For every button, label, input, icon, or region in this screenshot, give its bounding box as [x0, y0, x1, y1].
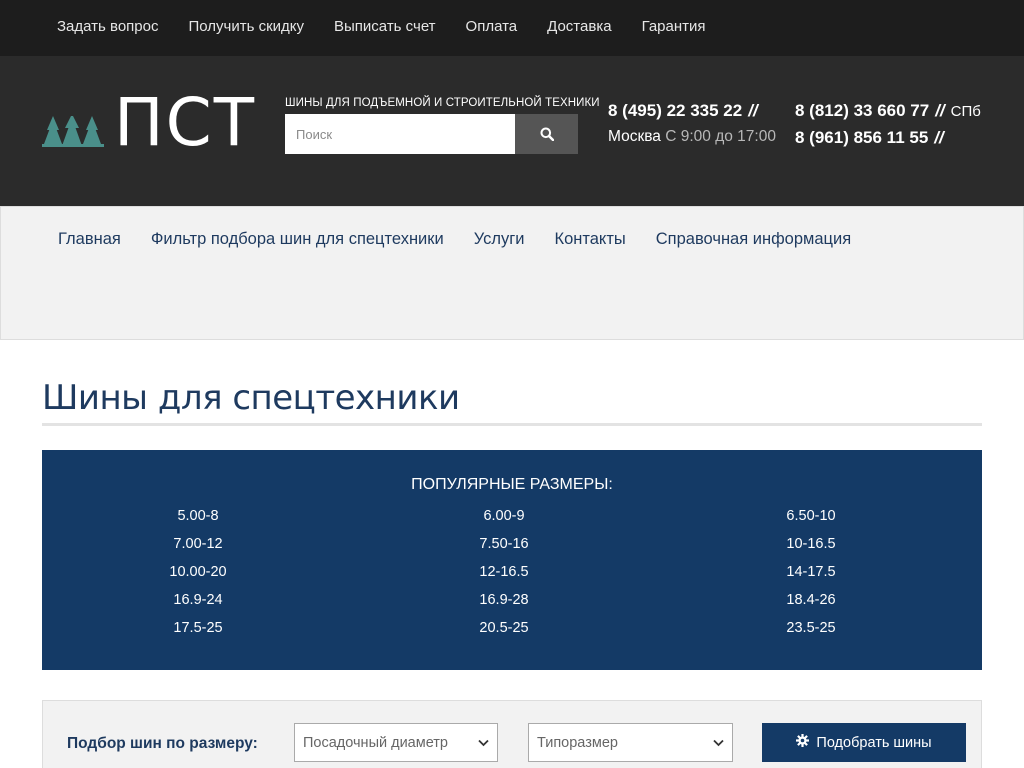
city-spb: СПб	[950, 103, 981, 120]
search-button[interactable]	[515, 114, 578, 154]
search-icon	[540, 127, 554, 141]
size-link[interactable]: 12-16.5	[354, 562, 654, 582]
phone-spb[interactable]: 8 (812) 33 660 77 // СПб	[795, 101, 981, 121]
title-divider	[42, 423, 982, 426]
main-nav-list: Главная Фильтр подбора шин для спецтехни…	[58, 230, 881, 249]
main-nav-services[interactable]: Услуги	[474, 230, 525, 249]
top-nav-get-discount[interactable]: Получить скидку	[188, 18, 304, 35]
top-nav-list: Задать вопрос Получить скидку Выписать с…	[57, 18, 736, 35]
size-select-value: Типоразмер	[537, 734, 618, 751]
phone-moscow[interactable]: 8 (495) 22 335 22 //	[608, 101, 758, 121]
size-link[interactable]: 10-16.5	[654, 534, 968, 554]
search-input[interactable]	[285, 114, 515, 154]
size-link[interactable]: 18.4-26	[654, 590, 968, 610]
size-select[interactable]: Типоразмер	[528, 723, 733, 762]
phone-separator: //	[748, 101, 758, 120]
top-nav-warranty[interactable]: Гарантия	[642, 18, 706, 35]
diameter-select[interactable]: Посадочный диаметр	[294, 723, 498, 762]
size-link[interactable]: 17.5-25	[42, 618, 354, 638]
gear-icon	[796, 734, 810, 751]
phone-mobile[interactable]: 8 (961) 856 11 55 //	[795, 128, 944, 148]
size-link[interactable]: 5.00-8	[42, 506, 354, 526]
diameter-select-value: Посадочный диаметр	[303, 734, 448, 751]
main-nav-reference[interactable]: Справочная информация	[656, 230, 851, 249]
trees-icon	[42, 116, 104, 147]
popular-sizes-panel: ПОПУЛЯРНЫЕ РАЗМЕРЫ: 5.00-8 6.00-9 6.50-1…	[42, 450, 982, 670]
phone-moscow-number: 8 (495) 22 335 22	[608, 101, 743, 120]
moscow-hours: Москва С 9:00 до 17:00	[608, 128, 776, 146]
size-link[interactable]: 6.50-10	[654, 506, 968, 526]
find-tires-button[interactable]: Подобрать шины	[762, 723, 966, 762]
size-link[interactable]: 6.00-9	[354, 506, 654, 526]
main-nav-tire-filter[interactable]: Фильтр подбора шин для спецтехники	[151, 230, 444, 249]
filter-label: Подбор шин по размеру:	[67, 735, 258, 752]
top-nav-payment[interactable]: Оплата	[466, 18, 518, 35]
tire-size-filter: Подбор шин по размеру: Посадочный диамет…	[42, 700, 982, 768]
phone-separator: //	[934, 128, 944, 147]
top-navbar: Задать вопрос Получить скидку Выписать с…	[0, 0, 1024, 56]
main-nav-contacts[interactable]: Контакты	[554, 230, 625, 249]
size-link[interactable]: 16.9-28	[354, 590, 654, 610]
chevron-down-icon	[713, 739, 724, 746]
site-logo[interactable]: ПСТ	[42, 90, 257, 156]
main-nav-home[interactable]: Главная	[58, 230, 121, 249]
logo-text: ПСТ	[114, 84, 257, 161]
popular-sizes-grid: 5.00-8 6.00-9 6.50-10 7.00-12 7.50-16 10…	[42, 506, 982, 638]
size-link[interactable]: 14-17.5	[654, 562, 968, 582]
working-hours: С 9:00 до 17:00	[665, 128, 776, 145]
find-tires-label: Подобрать шины	[816, 734, 932, 751]
size-link[interactable]: 10.00-20	[42, 562, 354, 582]
popular-sizes-title: ПОПУЛЯРНЫЕ РАЗМЕРЫ:	[411, 476, 613, 493]
size-link[interactable]: 23.5-25	[654, 618, 968, 638]
size-link[interactable]: 16.9-24	[42, 590, 354, 610]
top-nav-invoice[interactable]: Выписать счет	[334, 18, 436, 35]
city-moscow: Москва	[608, 128, 661, 145]
size-link[interactable]: 20.5-25	[354, 618, 654, 638]
size-link[interactable]: 7.50-16	[354, 534, 654, 554]
chevron-down-icon	[478, 739, 489, 746]
phone-mobile-number: 8 (961) 856 11 55	[795, 128, 929, 147]
main-navbar: Главная Фильтр подбора шин для спецтехни…	[0, 206, 1024, 340]
top-nav-ask-question[interactable]: Задать вопрос	[57, 18, 158, 35]
top-nav-delivery[interactable]: Доставка	[547, 18, 611, 35]
page-title: Шины для спецтехники	[42, 378, 460, 418]
phone-spb-number: 8 (812) 33 660 77	[795, 101, 930, 120]
size-link[interactable]: 7.00-12	[42, 534, 354, 554]
site-tagline: шины для подъемной и строительной техник…	[285, 97, 600, 109]
site-header: ПСТ шины для подъемной и строительной те…	[0, 56, 1024, 206]
phone-separator: //	[935, 101, 945, 120]
